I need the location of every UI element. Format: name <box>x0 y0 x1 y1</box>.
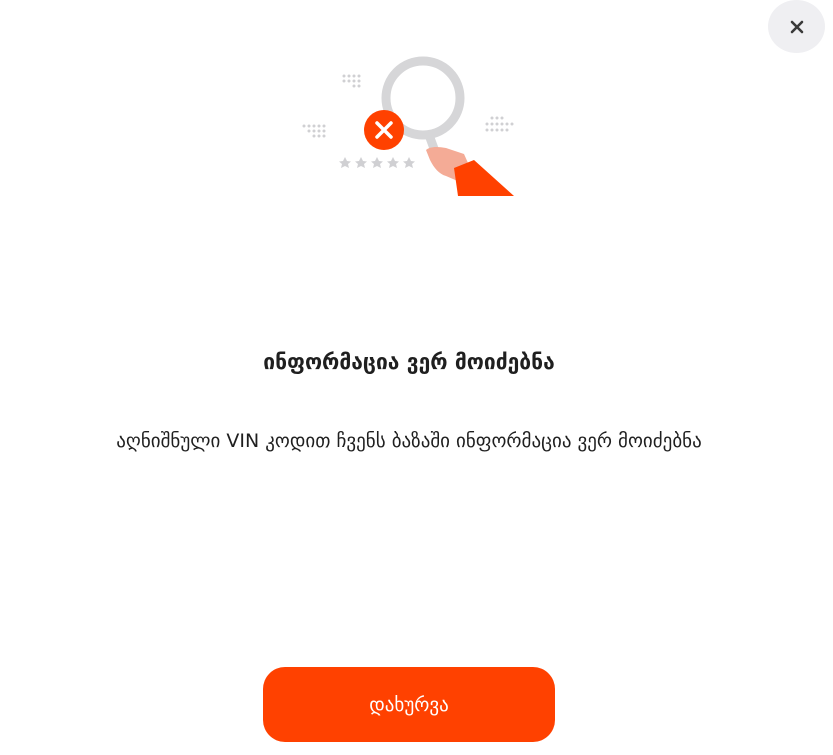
dots-top <box>342 74 361 88</box>
close-icon <box>790 20 803 33</box>
close-button[interactable] <box>768 0 825 53</box>
close-dialog-button[interactable]: დახურვა <box>263 667 555 742</box>
dialog-title: ინფორმაცია ვერ მოიძებნა <box>263 350 555 374</box>
dots-left <box>302 124 326 138</box>
dots-right <box>485 116 514 132</box>
dialog-message: აღნიშნული VIN კოდით ჩვენს ბაზაში ინფორმა… <box>116 430 702 452</box>
magnifier-not-found-icon <box>302 56 514 196</box>
rating-stars <box>339 157 415 168</box>
not-found-dialog: ინფორმაცია ვერ მოიძებნა აღნიშნული VIN კო… <box>0 0 833 755</box>
